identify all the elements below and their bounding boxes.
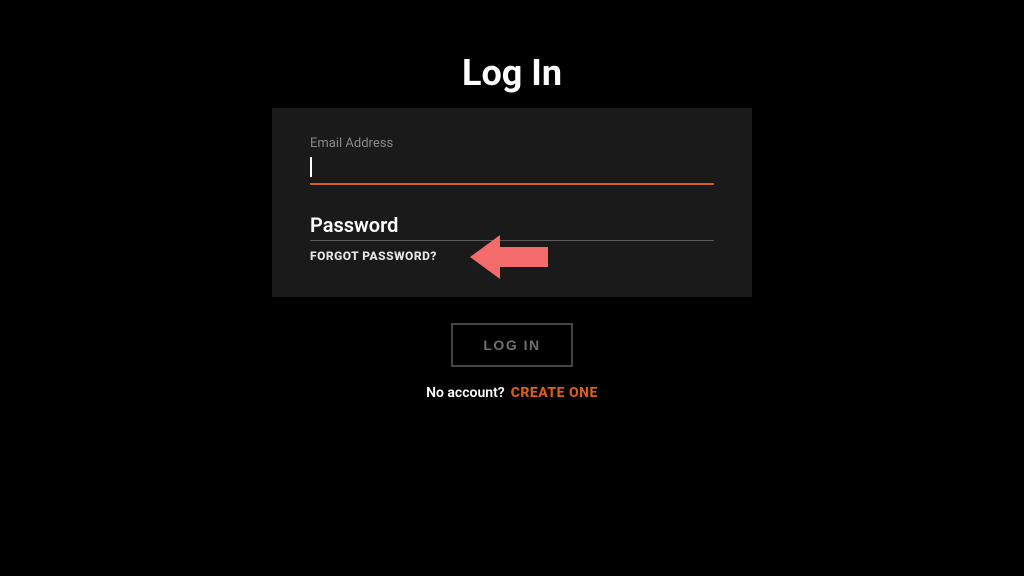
create-account-link[interactable]: CREATE ONE — [511, 385, 598, 401]
login-card: Email Address Password FORGOT PASSWORD? — [272, 108, 752, 297]
forgot-password-link[interactable]: FORGOT PASSWORD? — [310, 249, 437, 263]
email-label: Email Address — [310, 136, 714, 151]
password-label: Password — [310, 213, 714, 237]
login-button[interactable]: LOG IN — [451, 323, 572, 367]
password-field-group: Password FORGOT PASSWORD? — [310, 213, 714, 263]
password-input[interactable] — [310, 237, 714, 241]
email-input[interactable] — [310, 153, 714, 185]
email-input-wrap — [310, 153, 714, 185]
email-field-group: Email Address — [310, 136, 714, 185]
text-cursor — [310, 157, 312, 177]
page-title: Log In — [462, 52, 562, 94]
signup-footer: No account? CREATE ONE — [426, 385, 598, 401]
forgot-row: FORGOT PASSWORD? — [310, 249, 714, 263]
no-account-text: No account? — [426, 385, 505, 401]
